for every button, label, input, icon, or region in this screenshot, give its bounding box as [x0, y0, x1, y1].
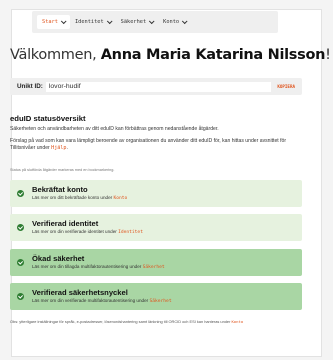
status-step: Ökad säkerhet Läs mer om din tillagda mu… — [10, 249, 302, 276]
step-subtitle: Läs mer om din tillagda multifaktorauten… — [32, 263, 165, 271]
chevron-down-icon — [182, 18, 188, 25]
step-link[interactable]: Säkerhet — [143, 265, 165, 270]
unique-id-box: Unikt ID: lovor-hudif KOPIERA — [10, 78, 302, 95]
step-subtitle-text: Läs mer om din verifierade identitet und… — [32, 229, 119, 234]
step-title: Verifierad identitet — [32, 219, 99, 228]
chevron-down-icon — [60, 18, 67, 25]
nav-item-sakerhet[interactable]: Säkerhet — [116, 15, 159, 29]
check-circle-icon — [17, 259, 24, 266]
status-description: Säkerheten och användbarheten av ditt ed… — [10, 126, 219, 132]
step-subtitle: Läs mer om din verifierade identitet und… — [32, 228, 143, 236]
unique-id-value: lovor-hudif — [45, 81, 272, 92]
status-step: Bekräftat konto Läs mer om ditt bekräfta… — [10, 180, 302, 207]
check-circle-icon — [17, 224, 24, 231]
user-name: Anna Maria Katarina Nilsson — [100, 47, 326, 63]
chevron-down-icon — [149, 18, 155, 25]
trust-level-end: . — [66, 145, 68, 152]
nav-item-label: Säkerhet — [120, 19, 147, 25]
status-step: Verifierad identitet Läs mer om din veri… — [10, 214, 302, 241]
greeting-exclaim: ! — [325, 47, 331, 63]
step-link[interactable]: Konto — [113, 196, 127, 201]
nav-item-label: Identitet — [74, 19, 104, 25]
help-link[interactable]: Hjälp — [51, 145, 66, 151]
footnote: Obs: ytterligare inställningar för språk… — [10, 319, 308, 325]
copy-button[interactable]: KOPIERA — [277, 84, 295, 89]
step-link[interactable]: Identitet — [118, 230, 143, 235]
greeting-text: Välkommen, — [10, 47, 97, 63]
step-subtitle: Läs mer om din verifierade multifaktorau… — [32, 297, 172, 305]
nav-item-label: Konto — [163, 19, 180, 25]
unique-id-label: Unikt ID: — [17, 83, 43, 90]
step-title: Bekräftat konto — [32, 185, 88, 194]
main-nav: Start Identitet Säkerhet Konto — [32, 11, 278, 33]
step-subtitle-text: Läs mer om ditt bekräftade konto under — [32, 195, 114, 200]
nav-item-label: Start — [42, 19, 58, 25]
step-subtitle-text: Läs mer om din tillagda multifaktorauten… — [32, 264, 143, 269]
page-title: Välkommen, Anna Maria Katarina Nilsson! — [10, 47, 331, 63]
footnote-text: Obs: ytterligare inställningar för språk… — [10, 319, 232, 324]
footnote-link[interactable]: Konto — [231, 319, 243, 324]
step-title: Verifierad säkerhetsnyckel — [32, 288, 128, 297]
step-subtitle: Läs mer om ditt bekräftade konto under K… — [32, 194, 127, 202]
step-title: Ökad säkerhet — [32, 254, 85, 263]
trust-level-description: Förslag på vad som kan vara lämpligt ber… — [10, 138, 310, 153]
chevron-down-icon — [106, 18, 113, 25]
step-link[interactable]: Säkerhet — [149, 299, 171, 304]
status-step: Verifierad säkerhetsnyckel Läs mer om di… — [10, 283, 302, 310]
check-circle-icon — [17, 293, 24, 300]
nav-item-start[interactable]: Start — [37, 15, 70, 29]
check-circle-icon — [17, 190, 24, 197]
nav-item-konto[interactable]: Konto — [158, 15, 191, 29]
status-hint: Status på slutförda åtgärder markeras me… — [10, 168, 115, 172]
step-subtitle-text: Läs mer om din verifierade multifaktorau… — [32, 298, 150, 303]
nav-item-identitet[interactable]: Identitet — [70, 15, 116, 29]
status-overview-title: eduID statusöversikt — [10, 114, 86, 123]
